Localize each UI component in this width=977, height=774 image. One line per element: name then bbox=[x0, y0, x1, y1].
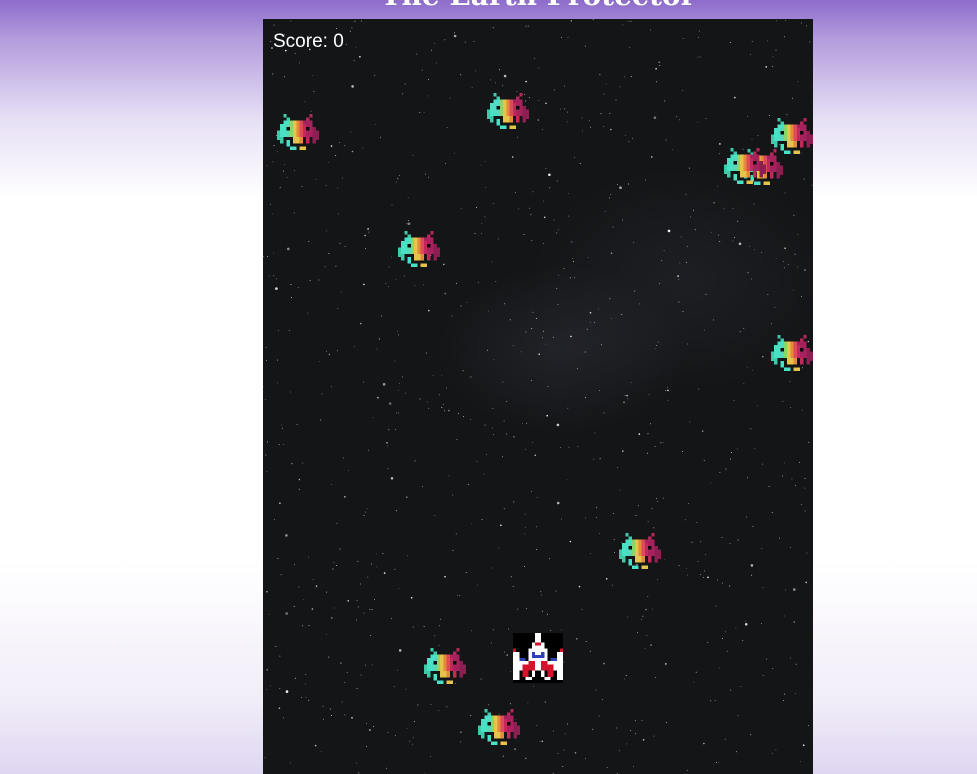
alien-invader-icon bbox=[619, 530, 661, 572]
alien-invader-icon bbox=[487, 90, 529, 132]
alien-invader-icon bbox=[724, 145, 766, 187]
alien-invader-icon bbox=[771, 332, 813, 374]
game-canvas[interactable]: Score: 0 bbox=[263, 19, 813, 774]
alien-invader-icon bbox=[277, 111, 319, 153]
alien-invader-icon bbox=[424, 645, 466, 687]
alien-invader-icon bbox=[398, 228, 440, 270]
fighter-ship-icon[interactable] bbox=[513, 633, 563, 683]
alien-invader-icon bbox=[478, 706, 520, 748]
page-title: The Earth Protector bbox=[263, 0, 813, 12]
score-display: Score: 0 bbox=[273, 31, 344, 52]
